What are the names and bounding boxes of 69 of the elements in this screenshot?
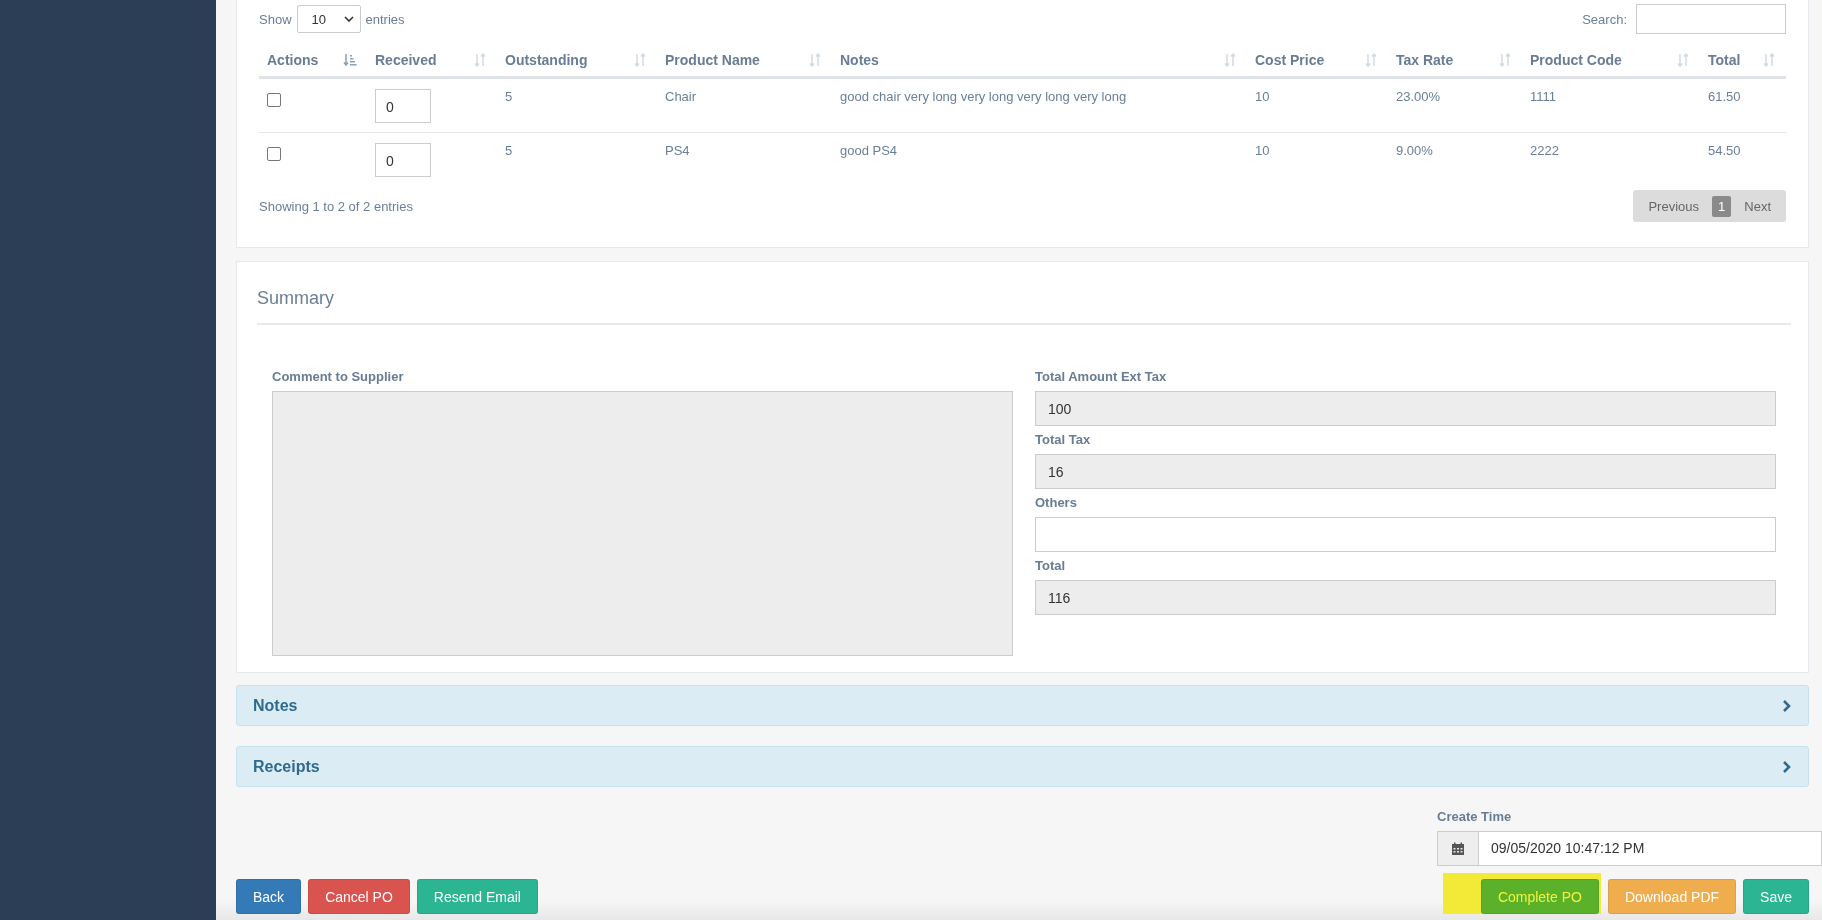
table-cell: Chair: [665, 89, 697, 104]
sort-icon[interactable]: [1762, 53, 1776, 67]
date-field[interactable]: 09/05/2020 10:47:12 PM: [1437, 831, 1822, 866]
entries-select[interactable]: 10: [296, 5, 361, 33]
table-info: Showing 1 to 2 of 2 entries: [259, 198, 413, 214]
search-field[interactable]: [1636, 4, 1786, 34]
table-cell: 10: [1255, 89, 1270, 104]
column-header[interactable]: Product Code: [1530, 52, 1622, 68]
input-field[interactable]: 16: [1035, 454, 1776, 489]
table-cell: good chair very long very long very long very long: [840, 89, 1127, 104]
entries-label: entries: [365, 11, 405, 27]
page-link[interactable]: Previous: [1645, 198, 1703, 214]
column-header[interactable]: Notes: [840, 52, 879, 68]
table-cell: 5: [505, 89, 513, 104]
page-link[interactable]: Next: [1741, 198, 1774, 214]
table-cell: 61.50: [1708, 89, 1741, 104]
action-button[interactable]: Resend Email: [416, 879, 538, 914]
column-header[interactable]: Product Name: [665, 52, 760, 68]
column-header[interactable]: Total: [1708, 52, 1741, 68]
column-header[interactable]: Cost Price: [1255, 52, 1325, 68]
collapsible-header[interactable]: Receipts: [236, 746, 1809, 787]
sort-icon[interactable]: [1498, 53, 1512, 67]
column-header[interactable]: Received: [375, 52, 437, 68]
input-field[interactable]: 116: [1035, 580, 1776, 615]
field-label: Others: [1035, 495, 1078, 510]
action-button[interactable]: Complete PO: [1480, 879, 1599, 914]
sort-icon[interactable]: [1364, 53, 1378, 67]
input-field[interactable]: [1035, 517, 1776, 552]
collapsible-header[interactable]: Notes: [236, 685, 1809, 726]
received-field[interactable]: 0: [375, 89, 431, 123]
panel-title: Summary: [257, 262, 1791, 325]
table-cell: 23.00%: [1396, 89, 1441, 104]
column-header[interactable]: Tax Rate: [1396, 52, 1454, 68]
page-link[interactable]: 1: [1712, 195, 1732, 217]
caret-icon: [343, 16, 354, 22]
comment-field[interactable]: [272, 391, 1013, 656]
sort-icon[interactable]: [633, 53, 647, 67]
table-cell: PS4: [665, 143, 690, 158]
field-label: Total: [1035, 558, 1067, 573]
sort-icon[interactable]: [343, 53, 357, 67]
sort-icon[interactable]: [1676, 53, 1690, 67]
column-header[interactable]: Actions: [267, 52, 319, 68]
table-cell: good PS4: [840, 143, 898, 158]
action-button[interactable]: Back: [236, 879, 302, 914]
sort-icon[interactable]: [473, 53, 487, 67]
field-label: Comment to Supplier: [272, 369, 405, 384]
calendar-icon: [1451, 841, 1465, 856]
sort-icon[interactable]: [1223, 53, 1237, 67]
collapsible-title: Notes: [253, 696, 298, 715]
table-cell: 2222: [1530, 143, 1559, 158]
field-label: Total Amount Ext Tax: [1035, 369, 1168, 384]
show-label: Show: [259, 11, 292, 27]
field-label: Create Time: [1437, 809, 1513, 824]
collapsible-title: Receipts: [253, 757, 320, 776]
search-label: Search:: [1582, 11, 1627, 27]
table-cell: 1111: [1530, 89, 1557, 104]
column-header[interactable]: Outstanding: [505, 52, 588, 68]
action-button[interactable]: Cancel PO: [308, 879, 410, 914]
table-cell: 10: [1255, 143, 1270, 158]
row-checkbox[interactable]: [267, 93, 281, 107]
row-checkbox[interactable]: [267, 147, 281, 161]
sort-icon[interactable]: [808, 53, 822, 67]
table-cell: 54.50: [1708, 143, 1741, 158]
table-cell: 9.00%: [1396, 143, 1433, 158]
received-field[interactable]: 0: [375, 143, 431, 177]
input-field[interactable]: 100: [1035, 391, 1776, 426]
field-label: Total Tax: [1035, 432, 1092, 447]
action-button[interactable]: Save: [1743, 879, 1809, 914]
table-cell: 5: [505, 143, 513, 158]
